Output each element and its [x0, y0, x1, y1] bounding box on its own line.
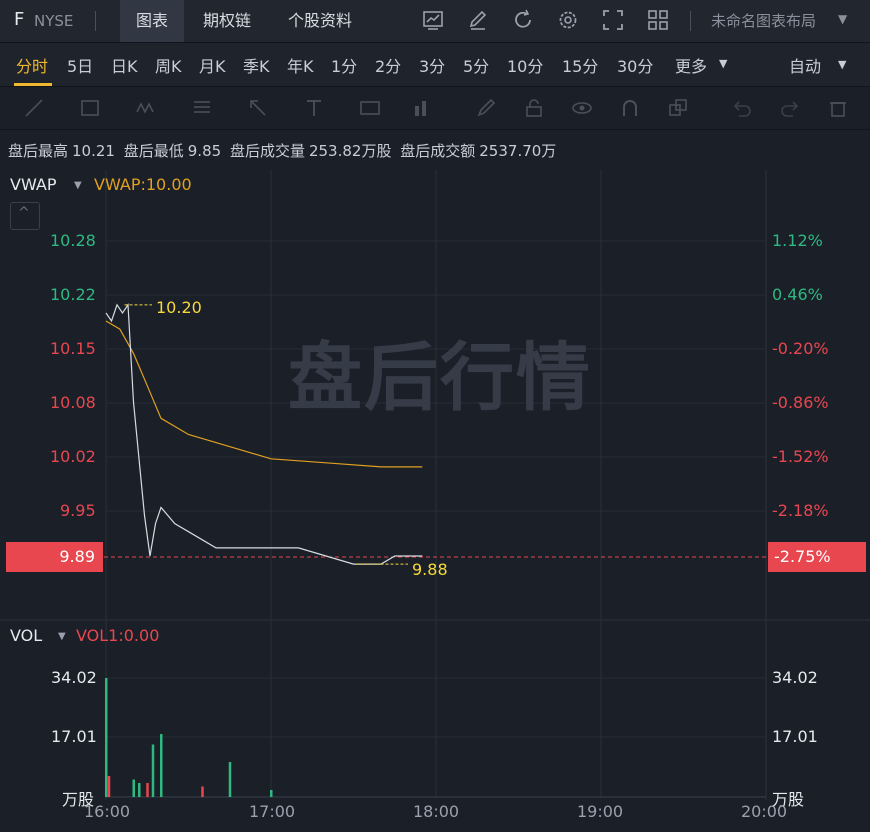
y-tick-right: -1.52%	[772, 447, 829, 466]
chart-grid	[0, 170, 870, 800]
y-tick-right: -0.20%	[772, 339, 829, 358]
chevron-down-icon[interactable]: ▼	[74, 180, 82, 191]
vwap-value: VWAP:10.00	[94, 175, 192, 194]
volume-bar	[146, 783, 149, 797]
y-tick-right: 0.46%	[772, 285, 823, 304]
y-tick-right: -2.18%	[772, 501, 829, 520]
collapse-button[interactable]: ^	[10, 202, 40, 230]
x-tick: 19:00	[577, 802, 624, 821]
current-change-tag: -2.75%	[768, 542, 866, 572]
y-tick-left: 10.28	[50, 231, 96, 250]
indicator-name[interactable]: VWAP	[10, 175, 56, 194]
y-tick-left: 10.02	[50, 447, 96, 466]
vol1-value: VOL1:0.00	[76, 626, 160, 645]
volume-bar	[105, 678, 108, 797]
volume-bar	[107, 776, 111, 797]
volume-indicator-name[interactable]: VOL	[10, 626, 42, 645]
volume-bar	[228, 762, 232, 797]
y-tick-right: -0.86%	[772, 393, 829, 412]
vol-tick-right: 34.02	[772, 668, 818, 687]
x-tick: 20:00	[741, 802, 788, 821]
y-tick-left: 10.15	[50, 339, 96, 358]
volume-bar	[138, 783, 141, 797]
y-tick-right: 1.12%	[772, 231, 823, 250]
volume-bar	[132, 779, 135, 797]
vol-tick-left: 17.01	[51, 727, 97, 746]
x-tick: 17:00	[249, 802, 296, 821]
chevron-down-icon[interactable]: ▼	[58, 631, 66, 642]
x-tick: 18:00	[413, 802, 460, 821]
chevron-up-icon: ^	[18, 205, 30, 221]
low-marker: 9.88	[412, 560, 448, 579]
y-tick-left: 10.22	[50, 285, 96, 304]
volume-bar	[201, 786, 204, 797]
volume-bar	[160, 734, 163, 797]
y-tick-left: 9.95	[60, 501, 96, 520]
x-tick: 16:00	[84, 802, 131, 821]
high-marker: 10.20	[156, 298, 202, 317]
volume-bar	[151, 744, 155, 797]
volume-bar	[270, 790, 273, 797]
watermark: 盘后行情	[288, 335, 592, 421]
vol-tick-left: 34.02	[51, 668, 97, 687]
y-tick-left: 10.08	[50, 393, 96, 412]
current-price-tag: 9.89	[6, 542, 103, 572]
vol-tick-right: 17.01	[772, 727, 818, 746]
